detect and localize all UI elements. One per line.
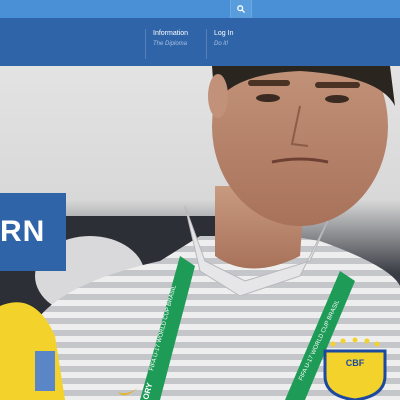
nav-item-label: Information (153, 30, 189, 37)
left-eye (256, 94, 280, 102)
nav-item-information[interactable]: Information The Diploma (145, 29, 188, 59)
cbf-crest-text: CBF (346, 358, 365, 368)
yellow-shirt-badge (35, 351, 55, 391)
search-icon (237, 5, 245, 13)
headline-box: RN (0, 193, 66, 271)
right-eyebrow (315, 82, 360, 88)
hero-banner: FIFA U-17 WORLD CUP BRASIL FIFA U-17 WOR… (0, 66, 400, 400)
left-eyebrow (248, 80, 290, 86)
right-eye (325, 95, 349, 103)
nav-item-label: Log In (214, 30, 234, 37)
top-bar (0, 0, 400, 18)
nav-item-subtitle: The Diploma (153, 41, 188, 47)
nav-item-subtitle: Do it! (214, 41, 229, 47)
nav-item-login[interactable]: Log In Do it! (206, 29, 233, 59)
hero-headline: RN (0, 215, 46, 248)
search-button[interactable] (230, 0, 252, 18)
main-navbar: Information The Diploma Log In Do it! (0, 18, 400, 66)
ear (208, 74, 228, 118)
